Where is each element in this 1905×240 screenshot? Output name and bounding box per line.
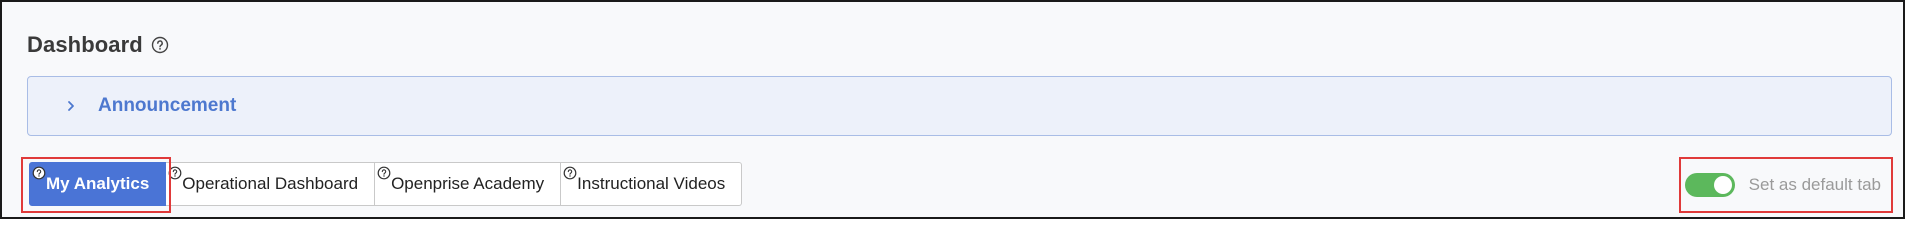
announcement-panel[interactable]: Announcement [27,76,1892,136]
announcement-label: Announcement [98,95,237,116]
question-circle-icon[interactable] [32,165,46,180]
tab-my-analytics[interactable]: My Analytics [29,162,167,206]
question-circle-icon[interactable] [563,165,577,180]
tab-operational-dashboard[interactable]: Operational Dashboard [166,162,376,206]
tab-label: Instructional Videos [577,174,726,193]
default-tab-setting: Set as default tab [1684,173,1881,197]
question-circle-icon[interactable] [168,165,182,180]
tab-openprise-academy[interactable]: Openprise Academy [375,162,562,206]
dashboard-tabs: My Analytics Operational Dashboard Openp… [29,162,743,206]
dashboard-panel: Dashboard Announcement My Analytics Oper… [0,0,1905,219]
title-row: Dashboard [27,32,169,58]
tab-label: Openprise Academy [391,174,545,193]
default-tab-toggle[interactable] [1684,173,1735,197]
tab-label: My Analytics [46,174,150,193]
question-circle-icon[interactable] [151,36,169,54]
chevron-right-icon[interactable] [64,99,78,113]
tab-label: Operational Dashboard [182,174,359,193]
tab-instructional-videos[interactable]: Instructional Videos [561,162,743,206]
question-circle-icon[interactable] [377,165,391,180]
default-tab-label: Set as default tab [1748,175,1881,194]
toggle-knob [1713,176,1732,194]
page-title: Dashboard [27,32,143,57]
